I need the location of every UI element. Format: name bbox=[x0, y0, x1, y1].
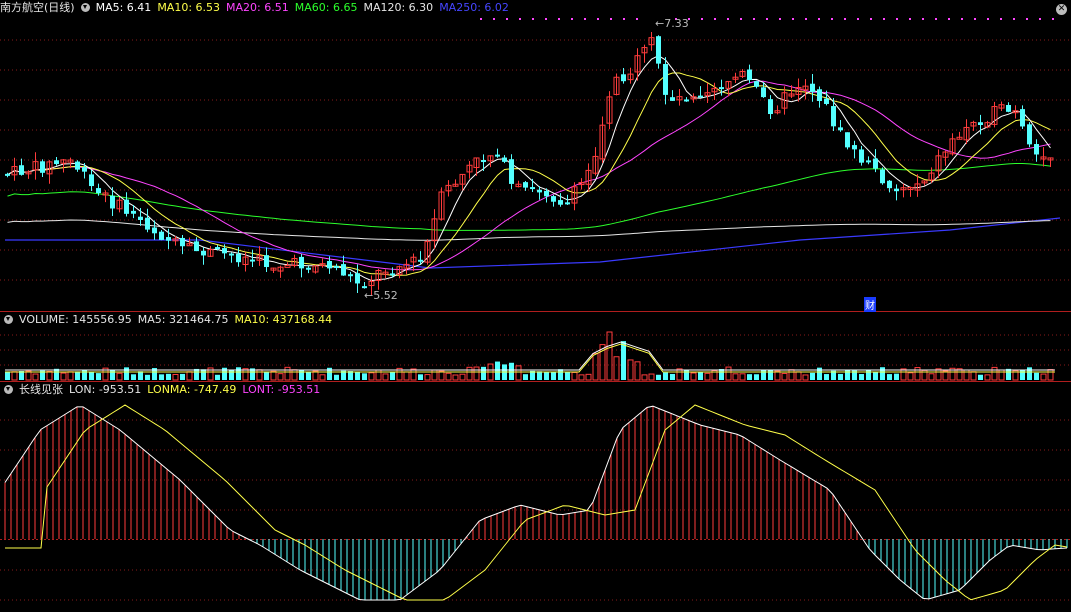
indicator-menu-icon[interactable] bbox=[80, 3, 90, 12]
stock-chart-canvas[interactable] bbox=[0, 0, 1071, 612]
lon-panel-header: 长线见张 LON: -953.51 LONMA: -747.49 LONT: -953… bbox=[0, 382, 326, 398]
volume-panel-header: VOLUME: 145556.95 MA5: 321464.75 MA10: 437… bbox=[0, 312, 338, 328]
ma250-line bbox=[5, 217, 1061, 269]
ma10-line bbox=[7, 72, 1051, 276]
ma250-value: MA250: 6.02 bbox=[439, 1, 509, 14]
lonma-value: LONMA: -747.49 bbox=[147, 383, 237, 396]
lont-value: LONT: -953.51 bbox=[242, 383, 321, 396]
ma120-value: MA120: 6.30 bbox=[363, 1, 434, 14]
ma5-line bbox=[7, 55, 1051, 282]
lon-title: 长线见张 bbox=[19, 383, 63, 396]
high-price-label: ←7.33 bbox=[655, 17, 689, 30]
financial-report-marker[interactable]: 财 bbox=[864, 297, 876, 312]
ma60-value: MA60: 6.65 bbox=[294, 1, 358, 14]
volume-value: VOLUME: 145556.95 bbox=[19, 313, 132, 326]
close-icon[interactable]: ✕ bbox=[1056, 1, 1067, 15]
volume-ma5: MA5: 321464.75 bbox=[137, 313, 229, 326]
volume-ma10: MA10: 437168.44 bbox=[234, 313, 333, 326]
high-price-value: 7.33 bbox=[664, 17, 689, 30]
chart-title: 南方航空(日线) bbox=[0, 1, 75, 14]
ma10-value: MA10: 6.53 bbox=[157, 1, 221, 14]
lon-menu-icon[interactable] bbox=[4, 385, 13, 394]
lon-value: LON: -953.51 bbox=[69, 383, 142, 396]
low-price-value: 5.52 bbox=[373, 289, 398, 302]
low-price-label: ←5.52 bbox=[364, 289, 398, 302]
ma20-value: MA20: 6.51 bbox=[226, 1, 289, 14]
ma20-line bbox=[7, 80, 1051, 271]
volume-bars[interactable] bbox=[5, 331, 1055, 381]
price-panel-header: 南方航空(日线) MA5: 6.41 MA10: 6.53 MA20: 6.51 MA6… bbox=[0, 0, 515, 16]
ma5-value: MA5: 6.41 bbox=[95, 1, 152, 14]
candlesticks[interactable] bbox=[5, 32, 1054, 296]
volume-menu-icon[interactable] bbox=[4, 315, 13, 324]
lon-histogram[interactable] bbox=[4, 404, 1068, 601]
